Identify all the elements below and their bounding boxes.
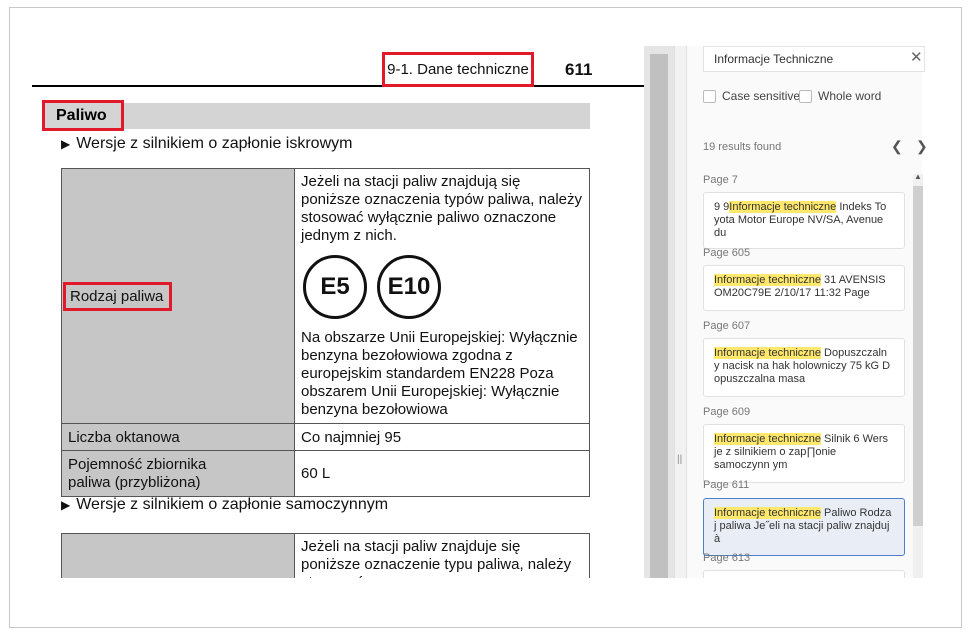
subsection-heading-diesel: ▶ Wersje z silnikiem o zapłonie samoczyn… (61, 496, 388, 514)
table-row: Jeżeli na stacji paliw znajduje się poni… (61, 533, 590, 578)
results-scrollbar-thumb[interactable] (913, 186, 923, 526)
chevron-right-icon[interactable]: ❯ (916, 138, 928, 155)
document-scrollbar-thumb[interactable] (650, 54, 668, 578)
case-sensitive-label: Case sensitive (722, 89, 801, 103)
section-title: Paliwo (42, 100, 124, 131)
fuel-type-intro: Jeżeli na stacji paliw znajdują się poni… (301, 173, 582, 244)
triangle-bullet-icon: ▶ (61, 137, 71, 151)
result-item[interactable]: Informacje techniczne (703, 570, 905, 578)
search-panel: || ✕ Case sensitive Whole word 19 result… (674, 46, 928, 578)
viewer-window: 9-1. Dane techniczne 611 Paliwo ▶ Wersje… (9, 7, 962, 628)
fuel-type-details: Na obszarze Unii Europejskiej: Wyłącznie… (301, 329, 578, 418)
result-item[interactable]: Informacje techniczne Silnik 6 Wers je z… (703, 424, 905, 483)
result-highlight: Informacje techniczne (714, 433, 821, 445)
scroll-up-icon[interactable]: ▲ (914, 172, 922, 181)
case-sensitive-checkbox[interactable] (703, 89, 716, 103)
result-item[interactable]: Informacje techniczne Dopuszczaln y naci… (703, 338, 905, 397)
document-page: 9-1. Dane techniczne 611 Paliwo ▶ Wersje… (10, 8, 644, 578)
fuel-type-value-cell: Jeżeli na stacji paliw znajdują się poni… (294, 168, 590, 424)
diesel-intro: Jeżeli na stacji paliw znajduje się poni… (301, 538, 572, 578)
result-page-label: Page 605 (703, 247, 751, 259)
search-input[interactable] (703, 46, 925, 72)
case-sensitive-option[interactable]: Case sensitive (703, 89, 800, 103)
chevron-left-icon[interactable]: ❮ (891, 138, 903, 155)
fuel-spec-table: Rodzaj paliwa Jeżeli na stacji paliw zna… (61, 168, 590, 497)
result-page-label: Page 613 (703, 552, 751, 564)
results-list: Page 7 9 9Informacje techniczne Indeks T… (703, 168, 925, 578)
result-item[interactable]: 9 9Informacje techniczne Indeks To yota … (703, 192, 905, 249)
diesel-value-cell: Jeżeli na stacji paliw znajduje się poni… (294, 533, 590, 578)
section-bar (42, 103, 590, 129)
close-icon[interactable]: ✕ (910, 48, 923, 66)
result-prefix: 9 9 (714, 201, 730, 213)
whole-word-label: Whole word (818, 89, 882, 103)
whole-word-option[interactable]: Whole word (799, 89, 881, 103)
fuel-type-label-cell: Rodzaj paliwa (61, 168, 295, 424)
whole-word-checkbox[interactable] (799, 89, 812, 103)
diesel-label-cell (61, 533, 295, 578)
panel-splitter[interactable]: || (675, 46, 687, 578)
header-rule (32, 85, 644, 87)
octane-value: Co najmniej 95 (294, 423, 590, 451)
result-highlight: Informacje techniczne (714, 274, 821, 286)
result-highlight: Informacje techniczne (729, 201, 837, 213)
result-item[interactable]: Informacje techniczne 31 AVENSIS OM20C79… (703, 265, 905, 311)
table-row: Pojemność zbiornika paliwa (przybliżona)… (61, 450, 590, 497)
octane-label: Liczba oktanowa (61, 423, 295, 451)
result-highlight: Informacje techniczne (714, 347, 821, 359)
e5-badge: E5 (303, 255, 367, 319)
table-row: Liczba oktanowa Co najmniej 95 (61, 423, 590, 451)
result-page-label: Page 609 (703, 406, 751, 418)
result-highlight: Informacje techniczne (714, 507, 821, 519)
result-item-active[interactable]: Informacje techniczne Paliwo Rodza j pal… (703, 498, 905, 556)
diesel-spec-table: Jeżeli na stacji paliw znajduje się poni… (61, 533, 590, 578)
triangle-bullet-icon: ▶ (61, 498, 71, 512)
results-scrollbar[interactable]: ▲ (913, 172, 923, 578)
tank-value: 60 L (294, 450, 590, 497)
result-page-label: Page 611 (703, 479, 750, 491)
result-page-label: Page 607 (703, 320, 751, 332)
result-page-label: Page 7 (703, 174, 738, 186)
e10-badge: E10 (377, 255, 441, 319)
subsection-heading-text: Wersje z silnikiem o zapłonie iskrowym (76, 135, 353, 152)
table-row: Rodzaj paliwa Jeżeli na stacji paliw zna… (61, 168, 590, 424)
grip-icon: || (677, 454, 683, 465)
results-count: 19 results found (703, 141, 782, 153)
tank-label: Pojemność zbiornika paliwa (przybliżona) (61, 450, 295, 497)
running-title: 9-1. Dane techniczne (382, 52, 534, 87)
fuel-type-label: Rodzaj paliwa (63, 281, 173, 311)
subsection-heading-petrol: ▶ Wersje z silnikiem o zapłonie iskrowym (61, 135, 352, 153)
document-scrollbar[interactable] (644, 46, 674, 578)
fuel-badges: E5 E10 (303, 255, 583, 319)
page-number: 611 (565, 60, 593, 79)
subsection-heading-text: Wersje z silnikiem o zapłonie samoczynny… (76, 496, 389, 513)
